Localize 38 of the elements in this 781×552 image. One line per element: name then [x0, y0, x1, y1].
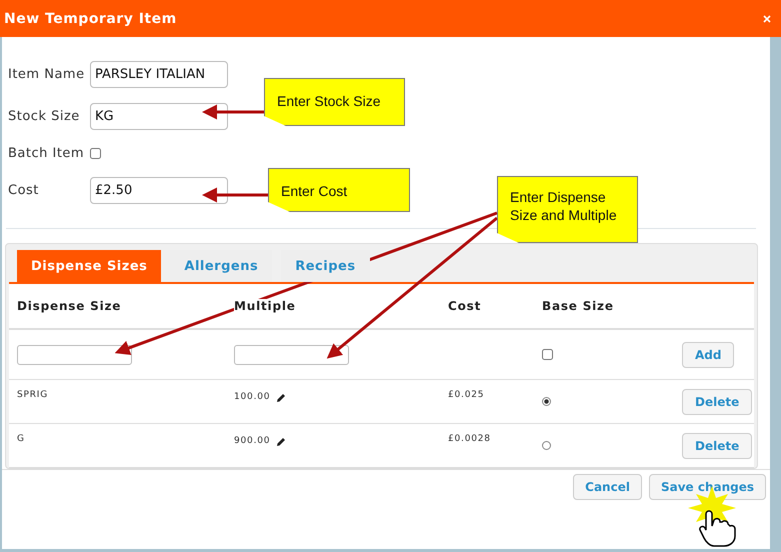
table-cell: SPRIG	[17, 390, 48, 400]
add-button[interactable]: Add	[682, 342, 734, 368]
delete-button[interactable]: Delete	[682, 432, 752, 458]
arrow	[202, 188, 268, 202]
dialog-button[interactable]: Cancel	[573, 474, 642, 500]
column-header: Multiple	[234, 299, 296, 313]
field-label: Item Name	[8, 66, 86, 82]
column-header: Base Size	[542, 299, 614, 313]
checkbox[interactable]	[90, 148, 101, 158]
table-cell: 100.00	[234, 392, 270, 402]
field-label: Batch Item	[8, 146, 86, 160]
input-field[interactable]: £2.50	[90, 176, 228, 204]
radio-button[interactable]	[542, 441, 551, 450]
close-icon[interactable]	[763, 14, 771, 22]
field-label: Stock Size	[8, 108, 81, 124]
input-field[interactable]	[17, 344, 132, 364]
arrow	[202, 104, 264, 120]
column-header: Cost	[448, 299, 482, 313]
input-field[interactable]	[234, 344, 349, 364]
radio-button[interactable]	[542, 397, 551, 406]
pencil-icon[interactable]	[276, 393, 286, 403]
table-cell: 900.00	[234, 436, 270, 446]
window-title: New Temporary Item	[4, 10, 177, 26]
callout-note: Enter Cost	[268, 168, 410, 212]
field-label: Cost	[8, 182, 40, 198]
checkbox[interactable]	[542, 349, 553, 360]
pencil-icon[interactable]	[276, 437, 286, 447]
table-cell: £0.0028	[448, 434, 491, 444]
tab[interactable]: Dispense Sizes	[17, 250, 162, 282]
dialog-button[interactable]: Save changes	[648, 474, 766, 500]
column-header: Dispense Size	[17, 299, 122, 313]
callout-note: Enter Stock Size	[264, 78, 405, 126]
table-cell: G	[17, 434, 25, 444]
input-field[interactable]: KG	[90, 102, 228, 130]
input-field[interactable]: PARSLEY ITALIAN	[90, 60, 228, 88]
delete-button[interactable]: Delete	[682, 388, 752, 414]
callout-note: Enter Dispense Size and Multiple	[497, 176, 638, 243]
table-cell: £0.025	[448, 390, 484, 400]
